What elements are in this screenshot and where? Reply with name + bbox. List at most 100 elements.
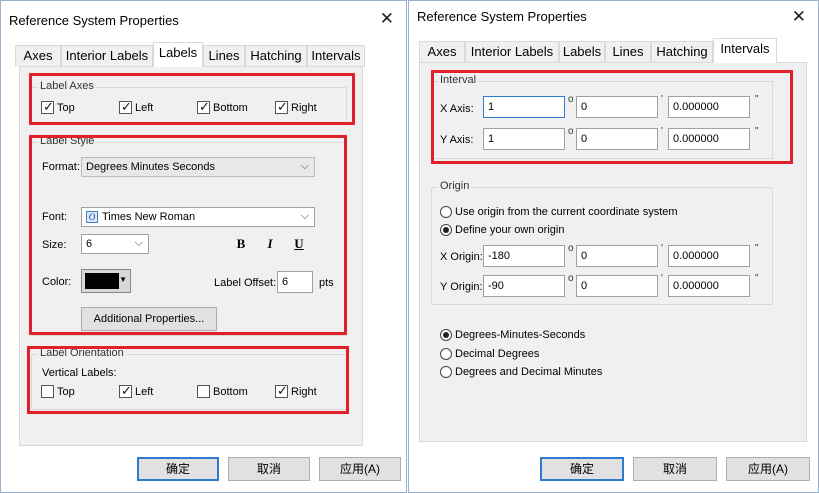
format-dropdown[interactable]: Degrees Minutes Seconds ⌵ <box>81 157 315 177</box>
checkbox-box <box>197 385 210 398</box>
vertical-labels-label: Vertical Labels: <box>42 367 117 379</box>
label-offset-input[interactable]: 6 <box>277 271 313 293</box>
minute-symbol: ' <box>661 273 663 284</box>
minute-symbol: ' <box>661 94 663 105</box>
x-axis-degrees-input[interactable]: 1 <box>483 96 565 118</box>
radio-circle <box>440 366 452 378</box>
radio-circle <box>440 329 452 341</box>
y-axis-minutes-input[interactable]: 0 <box>576 128 658 150</box>
label-offset-label: Label Offset: <box>214 277 277 289</box>
x-origin-label: X Origin: <box>440 251 483 263</box>
degree-symbol: o <box>568 273 574 284</box>
x-axis-minutes-input[interactable]: 0 <box>576 96 658 118</box>
font-label: Font: <box>42 211 68 223</box>
left-title-bar: Reference System Properties ✕ <box>1 1 406 35</box>
label-orientation-group: Label Orientation <box>31 347 347 410</box>
units-decimal-degrees-radio[interactable]: Decimal Degrees <box>440 348 539 360</box>
origin-define-radio[interactable]: Define your own origin <box>440 224 564 236</box>
font-type-icon: O <box>86 211 98 224</box>
left-cancel-button[interactable]: 取消 <box>228 457 310 481</box>
format-value: Degrees Minutes Seconds <box>86 161 216 173</box>
y-origin-minutes-input[interactable]: 0 <box>576 275 658 297</box>
radio-label: Degrees and Decimal Minutes <box>455 366 603 378</box>
right-ok-button[interactable]: 确定 <box>540 457 624 481</box>
checkbox-box <box>41 99 54 115</box>
right-tab-axes[interactable]: Axes <box>419 41 465 63</box>
right-apply-button[interactable]: 应用(A) <box>726 457 810 481</box>
right-close-icon[interactable]: ✕ <box>792 8 806 25</box>
y-origin-seconds-input[interactable]: 0.000000 <box>668 275 750 297</box>
color-picker[interactable]: ▼ <box>81 269 131 293</box>
checkbox-box <box>41 385 54 398</box>
x-origin-seconds-input[interactable]: 0.000000 <box>668 245 750 267</box>
italic-button[interactable]: I <box>259 234 281 254</box>
y-origin-label: Y Origin: <box>440 281 483 293</box>
orientation-right-checkbox[interactable]: Right <box>275 383 317 399</box>
size-dropdown[interactable]: 6 ⌵ <box>81 234 149 254</box>
left-tab-intervals[interactable]: Intervals <box>307 45 365 67</box>
additional-properties-button[interactable]: Additional Properties... <box>81 307 217 331</box>
offset-unit: pts <box>319 277 334 289</box>
left-tab-hatching[interactable]: Hatching <box>245 45 307 67</box>
x-origin-degrees-input[interactable]: -180 <box>483 245 565 267</box>
right-tab-intervals[interactable]: Intervals <box>713 38 777 63</box>
orientation-left-checkbox[interactable]: Left <box>119 383 153 399</box>
orientation-bottom-checkbox[interactable]: Bottom <box>197 385 248 398</box>
checkbox-box <box>119 99 132 115</box>
right-dialog: Reference System Properties ✕ Axes Inter… <box>408 0 819 493</box>
checkbox-label: Right <box>291 385 317 398</box>
y-axis-seconds-input[interactable]: 0.000000 <box>668 128 750 150</box>
format-label: Format: <box>42 161 80 173</box>
radio-label: Decimal Degrees <box>455 348 540 360</box>
checkbox-box <box>119 383 132 399</box>
right-tab-labels[interactable]: Labels <box>559 41 605 63</box>
label-axes-left-checkbox[interactable]: Left <box>119 99 153 115</box>
label-axes-top-checkbox[interactable]: Top <box>41 99 75 115</box>
checkbox-box <box>197 99 210 115</box>
y-axis-label: Y Axis: <box>440 134 474 146</box>
x-origin-minutes-input[interactable]: 0 <box>576 245 658 267</box>
right-tab-interior-labels[interactable]: Interior Labels <box>465 41 559 63</box>
left-apply-button[interactable]: 应用(A) <box>319 457 401 481</box>
checkbox-box <box>275 383 288 399</box>
bold-button[interactable]: B <box>230 234 252 254</box>
x-axis-seconds-input[interactable]: 0.000000 <box>668 96 750 118</box>
label-axes-heading: Label Axes <box>38 80 96 92</box>
dropdown-arrow-icon: ▼ <box>119 275 127 284</box>
units-dms-radio[interactable]: Degrees-Minutes-Seconds <box>440 329 585 341</box>
minute-symbol: ' <box>661 243 663 254</box>
left-close-icon[interactable]: ✕ <box>380 10 394 27</box>
label-style-heading: Label Style <box>38 135 97 147</box>
checkbox-label: Bottom <box>213 101 248 114</box>
checkbox-label: Top <box>57 385 75 398</box>
font-dropdown[interactable]: O Times New Roman ⌵ <box>81 207 315 227</box>
right-tab-hatching[interactable]: Hatching <box>651 41 713 63</box>
degree-symbol: o <box>568 94 574 105</box>
right-tab-lines[interactable]: Lines <box>605 41 651 63</box>
label-axes-right-checkbox[interactable]: Right <box>275 99 317 115</box>
left-tab-axes[interactable]: Axes <box>15 45 61 67</box>
origin-current-radio[interactable]: Use origin from the current coordinate s… <box>440 206 678 218</box>
x-axis-label: X Axis: <box>440 103 474 115</box>
right-title-bar: Reference System Properties ✕ <box>409 1 818 35</box>
checkbox-label: Right <box>291 101 317 114</box>
origin-heading: Origin <box>438 180 472 192</box>
minute-symbol: ' <box>661 126 663 137</box>
underline-button[interactable]: U <box>288 234 310 254</box>
label-orientation-heading: Label Orientation <box>38 347 126 359</box>
chevron-down-icon: ⌵ <box>300 210 309 222</box>
y-origin-degrees-input[interactable]: -90 <box>483 275 565 297</box>
left-tab-lines[interactable]: Lines <box>203 45 245 67</box>
units-decimal-minutes-radio[interactable]: Degrees and Decimal Minutes <box>440 366 602 378</box>
orientation-top-checkbox[interactable]: Top <box>41 385 75 398</box>
left-tab-interior-labels[interactable]: Interior Labels <box>61 45 153 67</box>
y-axis-degrees-input[interactable]: 1 <box>483 128 565 150</box>
second-symbol: " <box>755 126 759 137</box>
radio-circle <box>440 206 452 218</box>
right-cancel-button[interactable]: 取消 <box>633 457 717 481</box>
left-tab-labels[interactable]: Labels <box>153 42 203 67</box>
label-axes-bottom-checkbox[interactable]: Bottom <box>197 99 248 115</box>
interval-heading: Interval <box>438 74 479 86</box>
left-ok-button[interactable]: 确定 <box>137 457 219 481</box>
checkbox-box <box>275 99 288 115</box>
